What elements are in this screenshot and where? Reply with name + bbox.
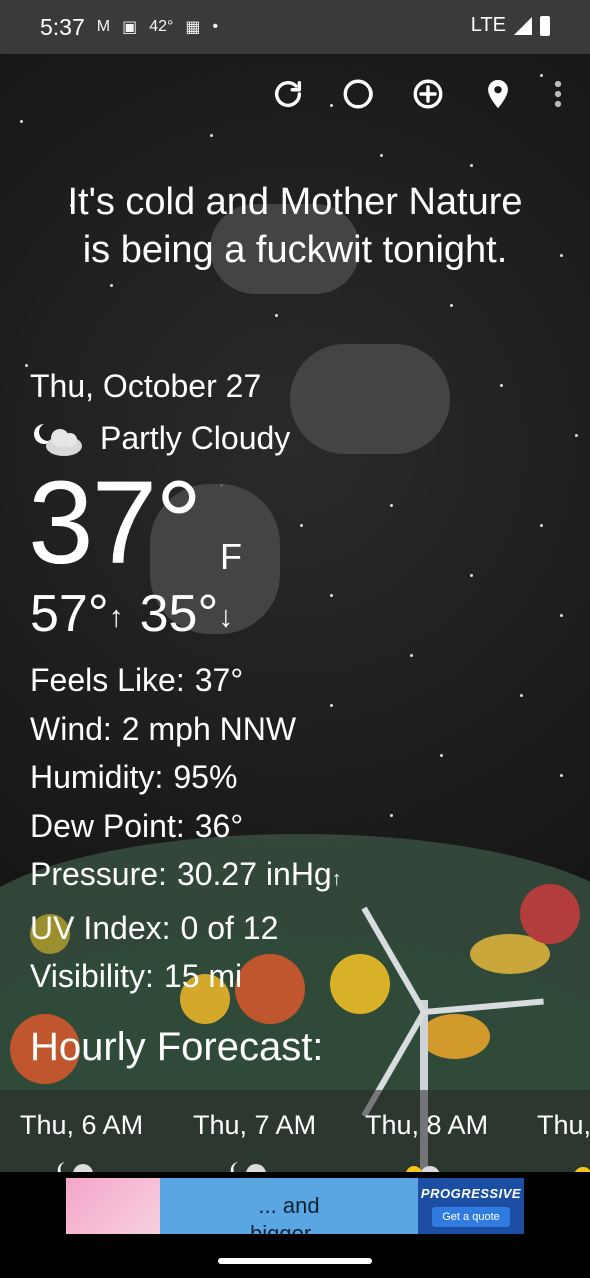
calendar-icon: ▦ — [185, 19, 201, 36]
snark-line-1: It's cold and Mother Nature — [67, 181, 523, 223]
hourly-item-time[interactable]: Thu, 6 AM — [20, 1110, 143, 1141]
detail-row-humidity: Humidity: 95% — [30, 753, 342, 802]
high-arrow-icon: ↑ — [108, 600, 124, 634]
location-button[interactable] — [478, 74, 518, 114]
location-pin-icon — [488, 79, 508, 109]
ad-copy-line-1: ... and — [258, 1193, 320, 1218]
detail-value: 36° — [194, 807, 244, 844]
detail-row-feels-like: Feels Like: 37° — [30, 656, 342, 705]
moon-phase-button[interactable] — [338, 74, 378, 114]
partly-cloudy-night-icon — [30, 418, 86, 458]
current-date: Thu, October 27 — [30, 368, 262, 404]
detail-value: 0 of 12 — [180, 909, 279, 946]
detail-row-visibility: Visibility: 15 mi — [30, 952, 342, 1001]
detail-label: UV Index: — [30, 909, 171, 946]
detail-row-uv-index: UV Index: 0 of 12 — [30, 904, 342, 953]
detail-label: Dew Point: — [30, 807, 185, 844]
detail-row-dew-point: Dew Point: 36° — [30, 802, 342, 851]
detail-label: Pressure: — [30, 856, 167, 892]
detail-label: Humidity: — [30, 759, 164, 795]
snark-line-2: is being a fuckwit tonight. — [82, 229, 508, 271]
snark-headline: It's cold and Mother Nature is being a f… — [0, 178, 590, 274]
status-time: 5:37 — [40, 13, 85, 40]
network-label: LTE — [470, 14, 506, 36]
detail-value: 15 mi — [163, 958, 243, 994]
ad-brand-logo: PROGRESSIVE — [420, 1185, 522, 1201]
more-options-button[interactable] — [548, 74, 568, 114]
temperature-badge: 42° — [149, 18, 174, 35]
condition-label: Partly Cloudy — [100, 419, 291, 456]
current-temperature: 37° — [28, 457, 202, 589]
status-bar: 5:37 M ▣ 42° ▦ • LTE — [0, 0, 590, 54]
signal-icon — [514, 16, 532, 35]
detail-value: 30.27 inHg↑ — [177, 850, 342, 904]
refresh-button[interactable] — [268, 74, 308, 114]
ad-brand-panel: PROGRESSIVE Get a quote — [418, 1178, 524, 1234]
more-vert-icon — [554, 80, 562, 108]
low-temp: 35° — [139, 585, 219, 643]
hourly-item-time[interactable]: Thu, — [537, 1110, 590, 1141]
pressure-value: 30.27 inHg — [176, 856, 332, 892]
high-temp-group: 57°↑ — [30, 584, 124, 644]
current-condition: Partly Cloudy — [30, 418, 290, 458]
high-low: 57°↑ 35°↓ — [30, 584, 233, 644]
detail-row-pressure: Pressure: 30.27 inHg↑ — [30, 850, 342, 904]
refresh-icon — [274, 80, 302, 107]
weather-details: Feels Like: 37° Wind: 2 mph NNW Humidity… — [30, 656, 342, 1001]
low-temp-group: 35°↓ — [140, 584, 234, 644]
temperature-unit: F — [220, 536, 242, 577]
detail-value: 2 mph NNW — [121, 710, 297, 747]
detail-value: 37° — [194, 662, 244, 698]
hourly-item-time[interactable]: Thu, 7 AM — [193, 1110, 316, 1141]
detail-value: 95% — [173, 759, 238, 795]
pressure-trend-icon: ↑ — [331, 868, 342, 890]
gmail-icon: M — [96, 18, 111, 35]
gesture-nav-handle[interactable] — [218, 1258, 372, 1264]
detail-label: Feels Like: — [30, 662, 185, 698]
add-location-icon — [413, 79, 443, 109]
ge-icon: ▣ — [122, 19, 138, 36]
ad-cta-button[interactable]: Get a quote — [432, 1206, 510, 1227]
battery-icon — [540, 15, 550, 36]
high-temp: 57° — [30, 585, 109, 643]
ad-image — [66, 1178, 160, 1234]
hourly-item-time[interactable]: Thu, 8 AM — [365, 1110, 488, 1141]
detail-label: Visibility: — [30, 958, 154, 994]
moon-phase-icon — [343, 79, 373, 109]
ad-copy-line-2: bigger — [250, 1224, 311, 1234]
top-toolbar — [268, 74, 568, 114]
low-arrow-icon: ↓ — [218, 600, 234, 634]
add-location-button[interactable] — [408, 74, 448, 114]
detail-row-wind: Wind: 2 mph NNW — [30, 705, 342, 754]
hourly-forecast-title: Hourly Forecast: — [30, 1025, 324, 1069]
detail-label: Wind: — [30, 710, 112, 747]
dot-icon: • — [212, 18, 219, 35]
